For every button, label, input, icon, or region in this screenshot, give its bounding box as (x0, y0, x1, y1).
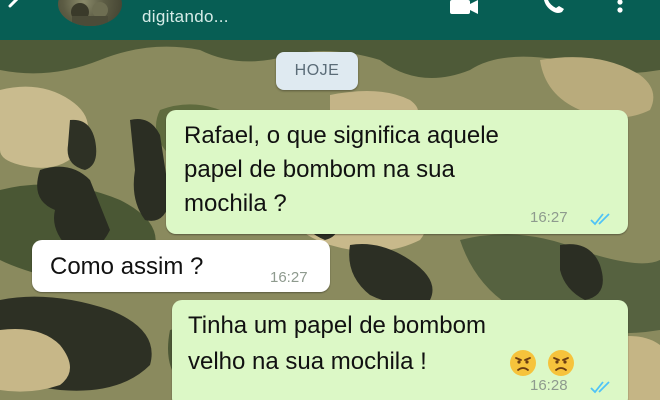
message-line: Como assim ? (50, 253, 204, 280)
read-ticks-icon (590, 381, 610, 394)
read-ticks-icon (590, 213, 610, 226)
message-line: Rafael, o que significa aquele (184, 122, 499, 149)
message-time: 16:27 (530, 209, 568, 226)
message-line: velho na sua mochila ! (188, 348, 427, 375)
message-line: Tinha um papel de bombom (188, 312, 486, 339)
message-line: papel de bombom na sua (184, 156, 455, 183)
phone-icon[interactable] (538, 0, 570, 18)
typing-status: digitando... (142, 7, 229, 26)
message-time: 16:28 (530, 377, 568, 394)
angry-face-emoji (548, 350, 574, 376)
angry-face-emoji (510, 350, 536, 376)
back-arrow-icon[interactable] (2, 0, 30, 18)
message-time: 16:27 (270, 269, 308, 286)
incoming-message[interactable]: Como assim ? 16:27 (32, 240, 330, 292)
outgoing-message[interactable]: Tinha um papel de bombom velho na sua mo… (172, 300, 628, 400)
date-chip: HOJE (276, 52, 358, 90)
video-call-icon[interactable] (448, 0, 480, 18)
outgoing-message[interactable]: Rafael, o que significa aquele papel de … (166, 110, 628, 234)
chat-screen: digitando... HOJE Rafael, o que signific… (0, 0, 660, 400)
avatar[interactable] (58, 0, 122, 26)
chat-header: digitando... (0, 0, 660, 40)
message-line: mochila ? (184, 190, 287, 217)
more-vert-icon[interactable] (610, 0, 630, 18)
